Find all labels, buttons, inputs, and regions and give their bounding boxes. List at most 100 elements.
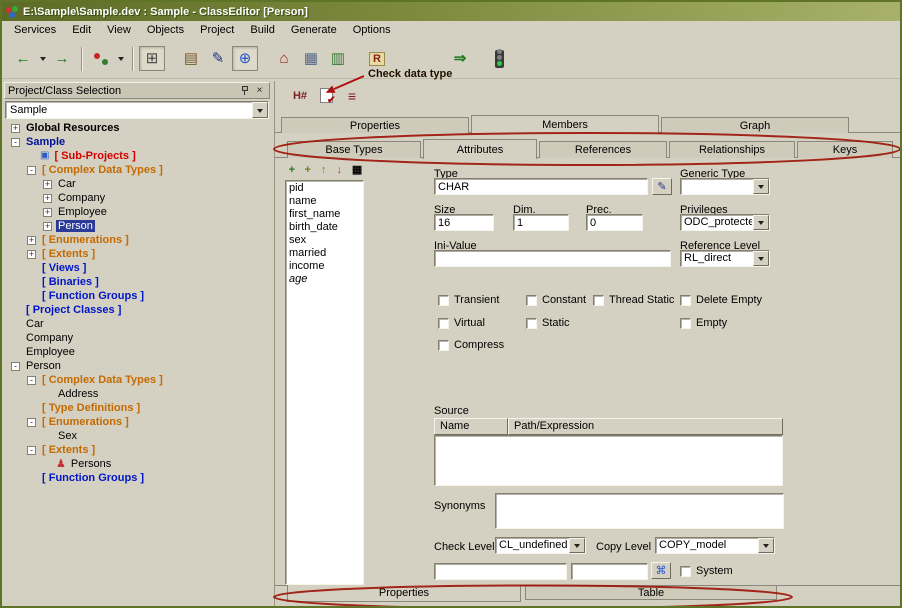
delete-empty-checkbox-box[interactable] xyxy=(680,295,691,306)
tree-item[interactable]: + [ Extents ] xyxy=(5,247,269,261)
attribute-list-item[interactable]: income xyxy=(286,260,363,273)
attribute-list-item[interactable]: birth_date xyxy=(286,221,363,234)
tree-expander[interactable]: + xyxy=(43,222,52,231)
privileges-dropdown-button[interactable] xyxy=(753,215,769,230)
notebook-button[interactable]: ▤ xyxy=(178,46,204,71)
project-selector[interactable]: Sample xyxy=(5,101,269,119)
tree-item[interactable]: ▣ [ Sub-Projects ] xyxy=(5,149,269,163)
tree-expander[interactable]: - xyxy=(27,446,36,455)
main-tab[interactable]: Members xyxy=(471,115,659,134)
attribute-list-item[interactable]: married xyxy=(286,247,363,260)
tree-expander[interactable]: + xyxy=(43,180,52,189)
privileges-select[interactable]: ODC_protected xyxy=(680,214,770,231)
type-picker-button[interactable]: ✎ xyxy=(652,178,672,195)
attribute-list-item[interactable]: pid xyxy=(286,182,363,195)
thread-static-checkbox[interactable]: Thread Static xyxy=(593,294,674,306)
tree-expander[interactable]: + xyxy=(27,250,36,259)
compress-checkbox[interactable]: Compress xyxy=(438,339,504,351)
key-button[interactable]: ⌘ xyxy=(651,562,671,579)
constant-checkbox-box[interactable] xyxy=(526,295,537,306)
tree-item[interactable]: [ Function Groups ] xyxy=(5,289,269,303)
tree-item[interactable]: - [ Extents ] xyxy=(5,443,269,457)
tree-expander[interactable]: - xyxy=(27,376,36,385)
title-bar[interactable]: E:\Sample\Sample.dev : Sample - ClassEdi… xyxy=(2,2,900,21)
generate-database-button[interactable]: ≡ xyxy=(341,85,363,106)
menu-item[interactable]: Options xyxy=(345,23,399,37)
bottom-tab[interactable]: Table xyxy=(525,586,777,600)
tree-item[interactable]: - Person xyxy=(5,359,269,373)
dim-input[interactable]: 1 xyxy=(513,214,569,231)
project-selector-dropdown-button[interactable] xyxy=(252,102,268,118)
reference-level-dropdown-button[interactable] xyxy=(753,251,769,266)
menu-item[interactable]: Services xyxy=(6,23,64,37)
tree-item[interactable]: Company xyxy=(5,331,269,345)
attribute-list-item[interactable]: age xyxy=(286,273,363,286)
tree-item[interactable]: + [ Enumerations ] xyxy=(5,233,269,247)
tree-expander[interactable]: + xyxy=(43,208,52,217)
size-input[interactable]: 16 xyxy=(434,214,494,231)
pin-icon[interactable] xyxy=(238,84,251,97)
tree-item[interactable]: ♟ Persons xyxy=(5,457,269,471)
check-level-dropdown-button[interactable] xyxy=(569,538,585,553)
objects-button[interactable] xyxy=(88,46,114,71)
main-tab[interactable]: Graph xyxy=(661,117,849,133)
tree-expander[interactable]: + xyxy=(11,124,20,133)
empty-checkbox[interactable]: Empty xyxy=(680,317,727,329)
menu-item[interactable]: Edit xyxy=(64,23,99,37)
virtual-checkbox-box[interactable] xyxy=(438,318,449,329)
system-checkbox-box[interactable] xyxy=(680,566,691,577)
member-tab[interactable]: Base Types xyxy=(287,141,421,158)
tree-item[interactable]: - [ Enumerations ] xyxy=(5,415,269,429)
move-down-button[interactable]: ↓ xyxy=(332,163,346,178)
tree-expander[interactable]: + xyxy=(43,194,52,203)
globe-button[interactable]: ⊕ xyxy=(232,46,258,71)
main-tab[interactable]: Properties xyxy=(281,117,469,133)
objects-dropdown[interactable] xyxy=(115,46,127,71)
tree-item[interactable]: [ Project Classes ] xyxy=(5,303,269,317)
tree-expander[interactable]: - xyxy=(27,418,36,427)
tree-item[interactable]: + Global Resources xyxy=(5,121,269,135)
check-level-select[interactable]: CL_undefined xyxy=(495,537,586,554)
tree-item[interactable]: + Person xyxy=(5,219,269,233)
copy-level-select[interactable]: COPY_model xyxy=(655,537,775,554)
book-button[interactable]: ▥ xyxy=(325,46,351,71)
check-data-type-button[interactable]: ✔ xyxy=(315,85,337,106)
generic-type-select[interactable] xyxy=(680,178,770,195)
static-checkbox[interactable]: Static xyxy=(526,317,570,329)
tree-item[interactable]: Address xyxy=(5,387,269,401)
type-input[interactable]: CHAR xyxy=(434,178,648,195)
back-button[interactable]: ← xyxy=(10,46,36,71)
source-table-body[interactable] xyxy=(434,435,783,486)
back-history-dropdown[interactable] xyxy=(37,46,49,71)
bottom-tab[interactable]: Properties xyxy=(287,585,521,602)
bank-button[interactable]: ⌂ xyxy=(271,46,297,71)
edit-button[interactable]: ✎ xyxy=(205,46,231,71)
ini-value-input[interactable] xyxy=(434,250,671,267)
tree-expander[interactable]: - xyxy=(11,362,20,371)
empty-checkbox-box[interactable] xyxy=(680,318,691,329)
menu-item[interactable]: Objects xyxy=(139,23,192,37)
add-attribute-button[interactable]: + xyxy=(285,163,299,178)
tree-expander[interactable]: - xyxy=(11,138,20,147)
tree-item[interactable]: - [ Complex Data Types ] xyxy=(5,163,269,177)
insert-attribute-button[interactable]: + xyxy=(301,163,315,178)
tree-item[interactable]: + Car xyxy=(5,177,269,191)
tree-expander[interactable]: - xyxy=(27,166,36,175)
hide-names-button[interactable]: H# xyxy=(289,85,311,106)
source-column-header[interactable]: Path/Expression xyxy=(508,418,783,435)
traffic-light-button[interactable] xyxy=(486,46,512,71)
tree-item[interactable]: [ Views ] xyxy=(5,261,269,275)
member-tab[interactable]: References xyxy=(539,141,667,158)
attribute-list-item[interactable]: sex xyxy=(286,234,363,247)
static-checkbox-box[interactable] xyxy=(526,318,537,329)
compress-checkbox-box[interactable] xyxy=(438,340,449,351)
extra-field-1[interactable] xyxy=(434,563,567,580)
tree-item[interactable]: - [ Complex Data Types ] xyxy=(5,373,269,387)
reference-level-select[interactable]: RL_direct xyxy=(680,250,770,267)
tree-item[interactable]: [ Type Definitions ] xyxy=(5,401,269,415)
thread-static-checkbox-box[interactable] xyxy=(593,295,604,306)
generic-type-dropdown-button[interactable] xyxy=(753,179,769,194)
menu-item[interactable]: Generate xyxy=(283,23,345,37)
constant-checkbox[interactable]: Constant xyxy=(526,294,586,306)
menu-item[interactable]: View xyxy=(99,23,139,37)
